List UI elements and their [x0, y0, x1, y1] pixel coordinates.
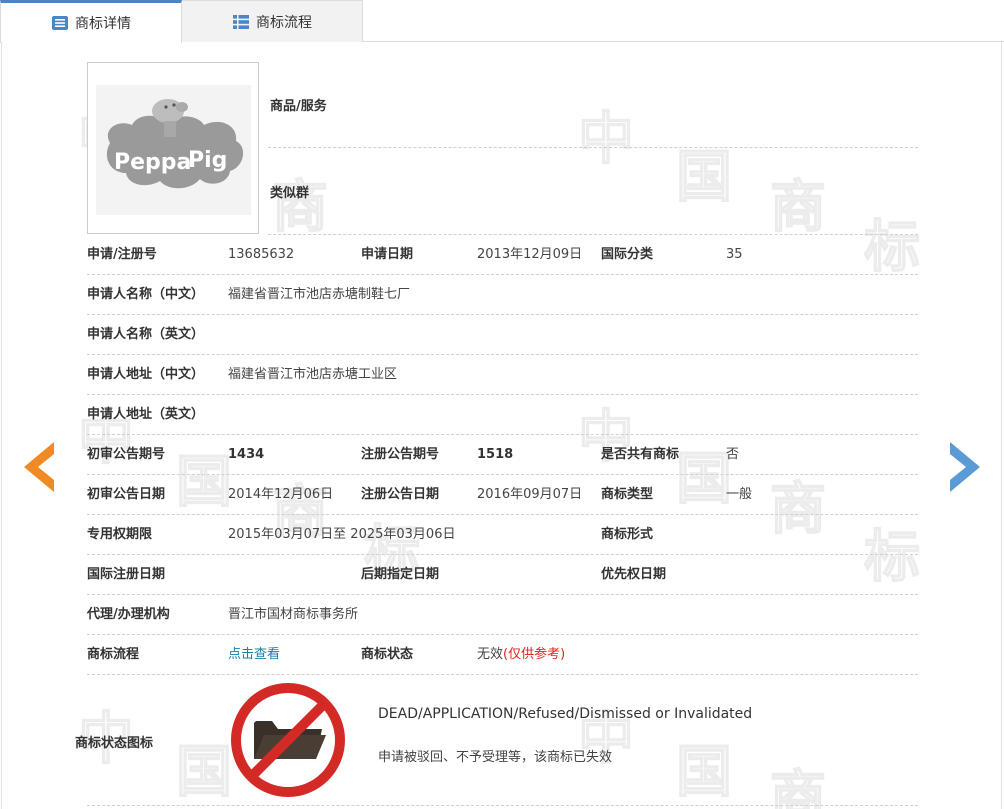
- folder-prohibited-icon: [231, 683, 345, 797]
- reg-pub-no-value: 1518: [477, 447, 514, 462]
- detail-row: 申请人名称（中文） 福建省晋江市池店赤塘制鞋七厂: [87, 275, 918, 315]
- prelim-pub-no-value: 1434: [228, 447, 265, 462]
- goods-services-row: 商品/服务: [268, 62, 918, 148]
- address-cn-label: 申请人地址（中文）: [87, 367, 205, 382]
- reg-pub-date-label: 注册公告日期: [361, 487, 440, 502]
- reg-no-value: 13685632: [228, 247, 295, 262]
- next-arrow-shape: [950, 442, 980, 492]
- detail-row: 代理/办理机构 晋江市国材商标事务所: [87, 595, 918, 635]
- prev-arrow-shape: [24, 442, 54, 492]
- status-icon-row: 商标状态图标 DEAD/APPLICATION/Refused/Dismisse…: [75, 676, 918, 806]
- detail-row: 初审公告日期 2014年12月06日 注册公告日期 2016年09月07日 商标…: [87, 475, 918, 515]
- trademark-status-value: 无效(仅供参考): [477, 635, 565, 675]
- detail-row: 专用权期限 2015年03月07日至 2025年03月06日 商标形式: [87, 515, 918, 555]
- document-list-icon: [52, 16, 68, 30]
- applicant-en-label: 申请人名称（英文）: [87, 327, 205, 342]
- detail-row: 国际注册日期 后期指定日期 优先权日期: [87, 555, 918, 595]
- applicant-cn-label: 申请人名称（中文）: [87, 287, 205, 302]
- shared-trademark-label: 是否共有商标: [601, 447, 680, 462]
- previous-arrow-icon[interactable]: [20, 440, 56, 494]
- intl-class-label: 国际分类: [601, 247, 654, 262]
- status-chinese-text: 申请被驳回、不予受理等，该商标已失效: [378, 750, 613, 765]
- tm-type-value: 一般: [726, 487, 753, 502]
- logo-lettering-right: Pig: [188, 148, 227, 173]
- prelim-pub-date-value: 2014年12月06日: [228, 487, 334, 502]
- intl-class-value: 35: [726, 247, 743, 262]
- app-date-value: 2013年12月09日: [477, 247, 583, 262]
- later-designation-date-label: 后期指定日期: [361, 567, 440, 582]
- detail-row: 申请人地址（中文） 福建省晋江市池店赤塘工业区: [87, 355, 918, 395]
- frame-border-left: [1, 42, 2, 809]
- status-value-text: 无效: [477, 647, 504, 662]
- detail-row: 申请/注册号 13685632 申请日期 2013年12月09日 国际分类 35: [87, 235, 918, 275]
- app-date-label: 申请日期: [361, 247, 414, 262]
- status-reference-note: (仅供参考): [503, 647, 566, 662]
- tab-trademark-flow[interactable]: 商标流程: [182, 0, 363, 42]
- address-cn-value: 福建省晋江市池店赤塘工业区: [228, 367, 398, 382]
- trademark-image: Peppa Pig: [87, 62, 259, 234]
- list-icon: [233, 14, 249, 29]
- reg-no-label: 申请/注册号: [87, 247, 157, 262]
- next-arrow-icon[interactable]: [948, 440, 984, 494]
- shared-trademark-value: 否: [726, 447, 740, 462]
- trademark-status-label: 商标状态: [361, 647, 414, 662]
- tab-trademark-flow-label: 商标流程: [256, 14, 312, 31]
- priority-date-label: 优先权日期: [601, 567, 667, 582]
- similar-group-label: 类似群: [270, 185, 310, 201]
- peppa-pig-logo-image: Peppa Pig: [88, 63, 258, 233]
- status-english-text: DEAD/APPLICATION/Refused/Dismissed or In…: [378, 706, 753, 722]
- address-en-label: 申请人地址（英文）: [87, 407, 205, 422]
- tab-trademark-detail-label: 商标详情: [75, 16, 131, 32]
- applicant-cn-value: 福建省晋江市池店赤塘制鞋七厂: [228, 287, 411, 302]
- detail-row: 商标流程 点击查看 商标状态 无效(仅供参考): [87, 635, 918, 675]
- agent-value: 晋江市国材商标事务所: [228, 607, 359, 622]
- intl-reg-date-label: 国际注册日期: [87, 567, 166, 582]
- tab-trademark-detail[interactable]: 商标详情: [0, 0, 182, 43]
- tm-form-label: 商标形式: [601, 527, 654, 542]
- frame-border-right: [1001, 42, 1002, 809]
- exclusive-period-label: 专用权期限: [87, 527, 153, 542]
- exclusive-period-value: 2015年03月07日至 2025年03月06日: [228, 527, 456, 542]
- detail-row: 申请人地址（英文）: [87, 395, 918, 435]
- trademark-detail-grid: 申请/注册号 13685632 申请日期 2013年12月09日 国际分类 35…: [87, 235, 918, 675]
- similar-group-row: 类似群: [268, 148, 918, 235]
- tm-type-label: 商标类型: [601, 487, 654, 502]
- trademark-flow-label: 商标流程: [87, 647, 140, 662]
- prelim-pub-date-label: 初审公告日期: [87, 487, 166, 502]
- status-icon-label: 商标状态图标: [75, 736, 154, 751]
- goods-services-block: 商品/服务 类似群: [268, 62, 918, 235]
- reg-pub-no-label: 注册公告期号: [361, 447, 440, 462]
- prelim-pub-no-label: 初审公告期号: [87, 447, 166, 462]
- reg-pub-date-value: 2016年09月07日: [477, 487, 583, 502]
- detail-row: 初审公告期号 1434 注册公告期号 1518 是否共有商标 否: [87, 435, 918, 475]
- agent-label: 代理/办理机构: [87, 607, 170, 622]
- tab-bar: 商标详情 商标流程: [0, 0, 1004, 43]
- view-flow-link[interactable]: 点击查看: [228, 635, 280, 675]
- logo-lettering-left: Peppa: [114, 150, 191, 175]
- detail-row: 申请人名称（英文）: [87, 315, 918, 355]
- goods-services-label: 商品/服务: [270, 99, 327, 114]
